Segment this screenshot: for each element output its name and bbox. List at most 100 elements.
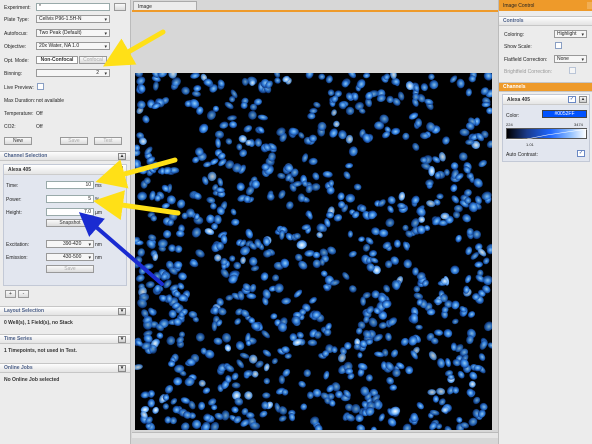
color-label: Color:: [506, 112, 520, 119]
online-jobs-title: Online Jobs: [4, 365, 33, 371]
objective-value: 20x Water, NA 1.0: [39, 43, 80, 49]
nucleus: [345, 193, 356, 203]
test-button[interactable]: Test: [94, 137, 122, 145]
nucleus: [483, 73, 492, 81]
collapse-icon[interactable]: ▴: [579, 96, 587, 103]
experiment-field[interactable]: *: [36, 3, 110, 11]
nucleus: [428, 73, 435, 80]
confocal-button[interactable]: Confocal: [79, 56, 107, 64]
max-duration-value: not available: [36, 97, 65, 104]
height-input[interactable]: 7.0: [46, 208, 94, 216]
channel-card-header: Alexa 405 ▴: [4, 165, 126, 175]
layout-selection-header[interactable]: Layout Selection ▾: [0, 306, 130, 316]
nucleus: [473, 396, 481, 405]
nucleus: [231, 372, 239, 381]
nucleus: [266, 193, 275, 201]
nucleus: [303, 369, 311, 377]
panel-pin-icon[interactable]: [587, 2, 592, 9]
channel-selection-header[interactable]: Channel Selection ▴: [0, 151, 130, 161]
nucleus: [312, 172, 320, 181]
controls-title: Controls: [503, 18, 524, 24]
nucleus: [322, 171, 333, 178]
live-preview-checkbox[interactable]: [37, 83, 44, 90]
excitation-select[interactable]: 390-420 ▾: [46, 240, 94, 248]
nucleus: [387, 196, 396, 205]
nucleus: [462, 214, 471, 223]
nucleus: [270, 313, 278, 320]
channels-header[interactable]: Channels: [499, 82, 592, 92]
controls-header[interactable]: Controls: [499, 16, 592, 26]
nucleus: [135, 274, 145, 282]
snapshot-button[interactable]: Snapshot: [46, 219, 94, 227]
auto-contrast-checkbox[interactable]: ✓: [577, 150, 585, 157]
add-channel-button[interactable]: +: [5, 290, 16, 298]
collapse-icon[interactable]: ▾: [118, 336, 126, 343]
tab-underline: [132, 10, 498, 12]
nucleus: [271, 358, 278, 365]
nucleus: [206, 214, 215, 224]
nucleus: [437, 358, 445, 369]
nucleus: [447, 374, 455, 380]
nucleus: [403, 259, 412, 269]
power-input[interactable]: 5: [46, 195, 94, 203]
coloring-value: Highlight: [557, 31, 577, 37]
online-jobs-header[interactable]: Online Jobs ▾: [0, 363, 130, 373]
nucleus: [164, 416, 172, 424]
nucleus: [391, 127, 401, 135]
channel-visible-checkbox[interactable]: ✓: [568, 96, 576, 103]
microscopy-image[interactable]: [135, 73, 492, 430]
collapse-icon[interactable]: ▴: [118, 153, 126, 160]
chevron-down-icon: ▾: [581, 57, 584, 63]
emission-select[interactable]: 430-500 ▾: [46, 253, 94, 261]
nucleus: [456, 78, 465, 89]
nucleus: [174, 245, 183, 253]
show-scale-checkbox[interactable]: [555, 42, 562, 49]
nucleus: [474, 261, 483, 268]
color-swatch[interactable]: #0052FF: [542, 110, 587, 118]
collapse-icon[interactable]: ▾: [118, 308, 126, 315]
nucleus: [348, 146, 358, 157]
collapse-icon[interactable]: ▾: [118, 365, 126, 372]
left-panel: Experiment: * Plate Type: Cellvis P96-1.…: [0, 0, 131, 444]
binning-select[interactable]: 2 ▾: [36, 69, 110, 77]
nucleus: [442, 136, 450, 145]
save-button[interactable]: Save: [60, 137, 88, 145]
nucleus: [278, 189, 286, 199]
contrast-histogram[interactable]: [506, 128, 588, 140]
objective-select[interactable]: 20x Water, NA 1.0 ▾: [36, 42, 110, 50]
nucleus: [383, 284, 391, 293]
experiment-browse-button[interactable]: [114, 3, 126, 11]
height-label: Height:: [6, 209, 22, 216]
horizontal-scrollbar[interactable]: [132, 432, 498, 438]
brightfield-label: Brightfield Correction:: [504, 68, 553, 75]
nucleus: [432, 395, 439, 403]
chevron-down-icon: ▾: [104, 44, 107, 50]
autofocus-select[interactable]: Two Peak (Default) ▾: [36, 29, 110, 37]
flatfield-select[interactable]: None ▾: [554, 55, 587, 63]
chevron-down-icon: ▾: [104, 31, 107, 37]
nucleus: [231, 218, 240, 226]
coloring-select[interactable]: Highlight ▾: [554, 30, 587, 38]
nucleus: [195, 249, 205, 258]
collapse-icon[interactable]: ▴: [115, 166, 123, 173]
remove-channel-button[interactable]: -: [18, 290, 29, 298]
nucleus: [427, 389, 436, 396]
nucleus: [250, 265, 260, 272]
brightfield-checkbox[interactable]: [569, 67, 576, 74]
new-button[interactable]: New: [4, 137, 32, 145]
nucleus: [429, 80, 439, 90]
nucleus: [478, 159, 487, 168]
co2-value: Off: [36, 123, 43, 130]
nucleus: [198, 401, 206, 411]
excitation-label: Excitation:: [6, 241, 30, 248]
nucleus: [451, 318, 459, 325]
nucleus: [402, 224, 409, 232]
nucleus: [190, 73, 200, 79]
time-input[interactable]: 10: [46, 181, 94, 189]
nucleus: [260, 272, 269, 281]
time-series-header[interactable]: Time Series ▾: [0, 334, 130, 344]
nucleus: [230, 208, 237, 216]
plate-type-select[interactable]: Cellvis P96-1.5H-N ▾: [36, 15, 110, 23]
non-confocal-button[interactable]: Non-Confocal: [36, 56, 78, 64]
channel-save-button[interactable]: Save: [46, 265, 94, 273]
